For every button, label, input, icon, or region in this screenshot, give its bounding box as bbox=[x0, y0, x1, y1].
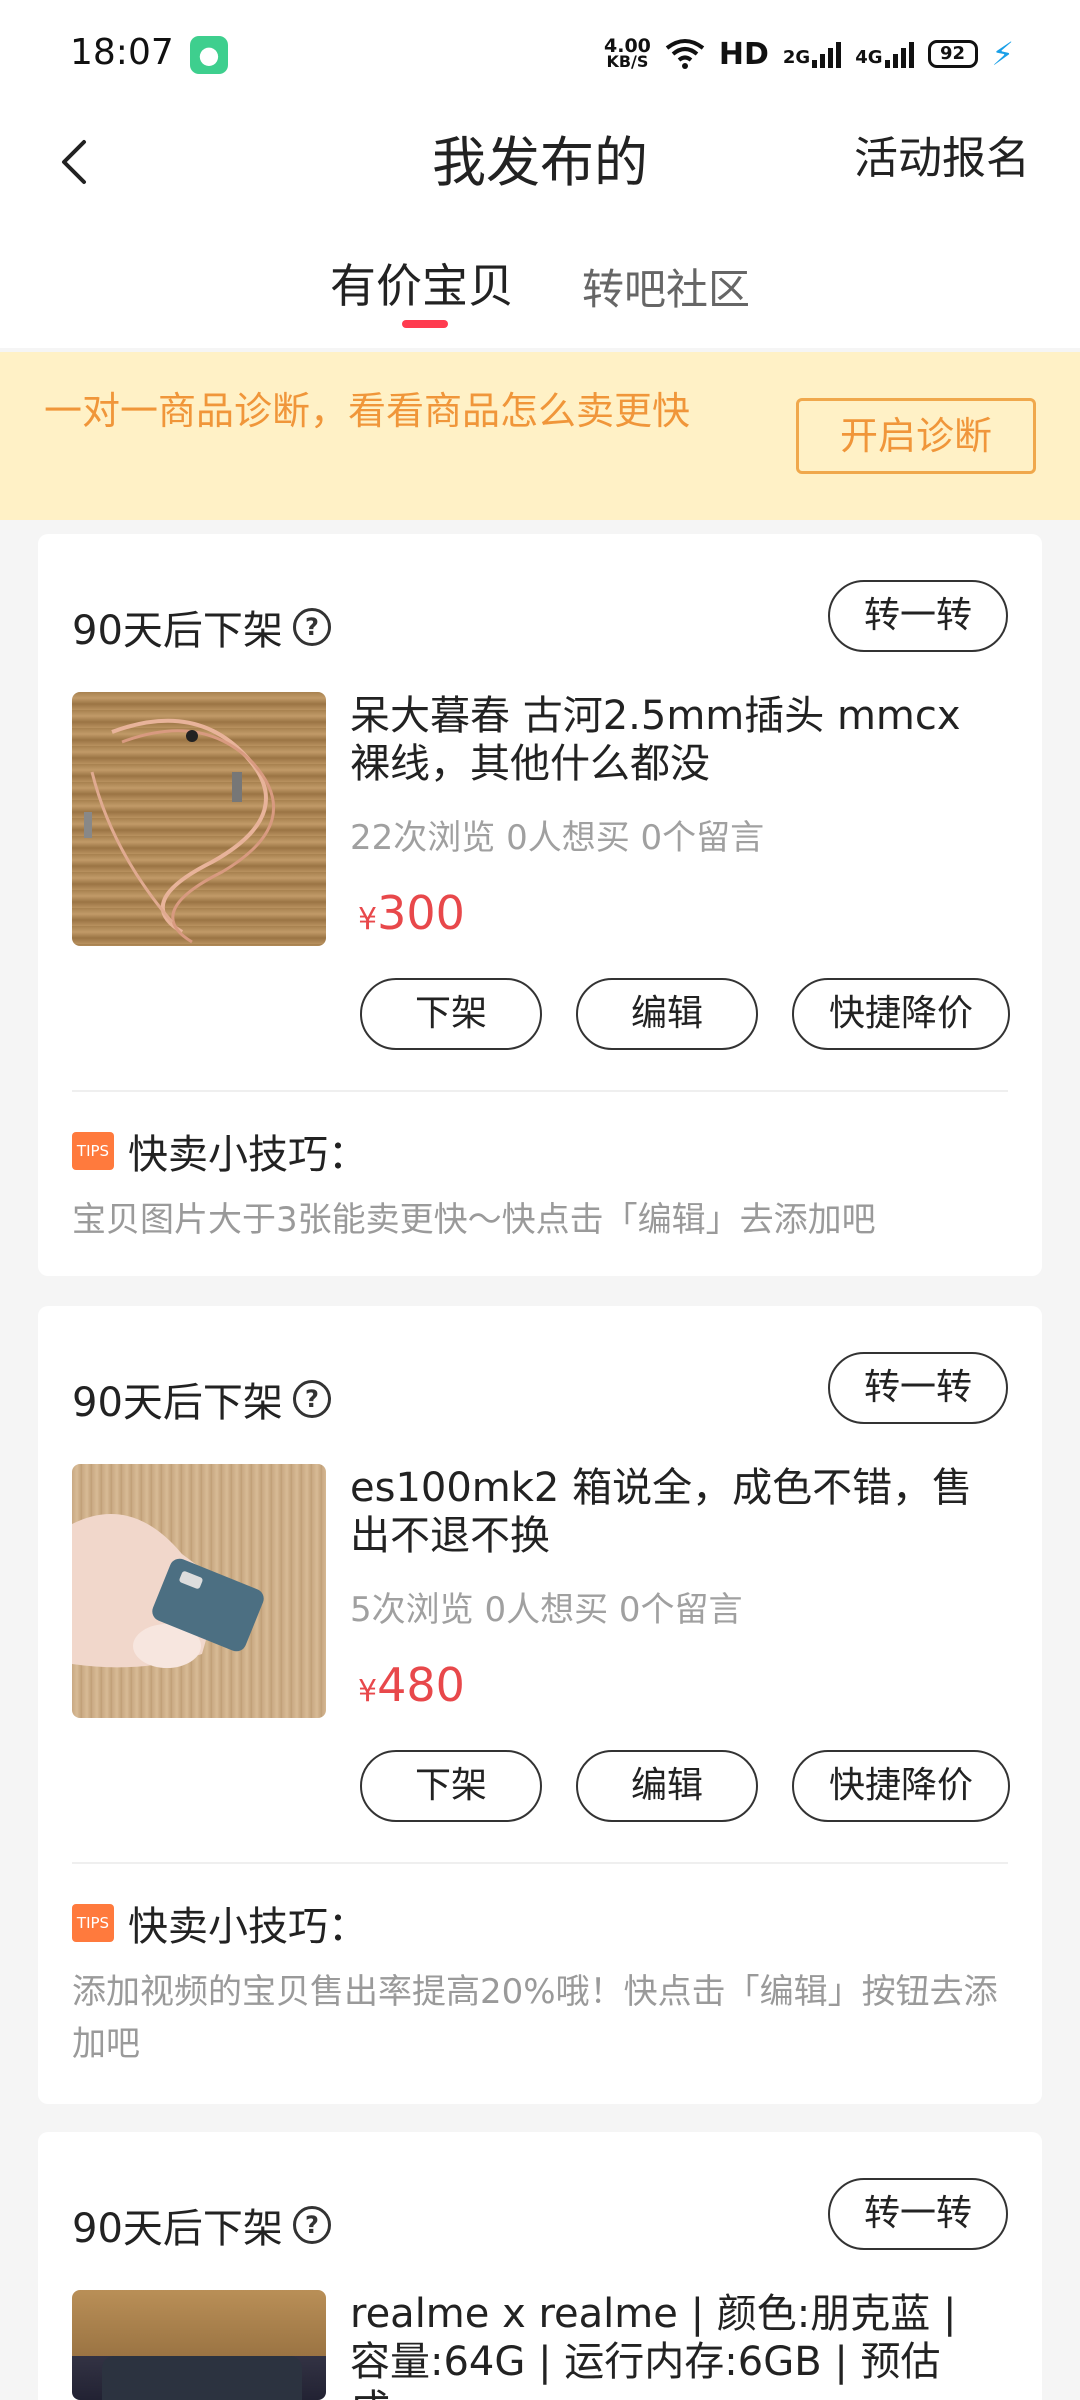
item-card: 90天后下架 ? 转一转 realme x realme | 颜色:朋克蓝 | … bbox=[38, 2132, 1042, 2400]
help-icon[interactable]: ? bbox=[292, 1380, 331, 1418]
item-price: ¥300 bbox=[358, 886, 465, 940]
share-button[interactable]: 转一转 bbox=[828, 1352, 1008, 1424]
tips-text: 宝贝图片大于3张能卖更快～快点击「编辑」去添加吧 bbox=[72, 1200, 876, 1240]
tab-bar: 有价宝贝 转吧社区 bbox=[0, 250, 1080, 340]
item-title[interactable]: 呆大暮春 古河2.5mm插头 mmcx裸线，其他什么都没 bbox=[350, 692, 1000, 788]
item-title[interactable]: realme x realme | 颜色:朋克蓝 | 容量:64G | 运行内存… bbox=[350, 2290, 1000, 2400]
banner-text: 一对一商品诊断，看看商品怎么卖更快 bbox=[44, 389, 691, 433]
item-stats: 5次浏览 0人想买 0个留言 bbox=[350, 1590, 743, 1630]
divider bbox=[72, 1090, 1008, 1092]
item-stats: 22次浏览 0人想买 0个留言 bbox=[350, 818, 765, 858]
header: 我发布的 活动报名 有价宝贝 转吧社区 bbox=[0, 108, 1080, 348]
charging-icon: ⚡ bbox=[991, 35, 1014, 73]
phone-image-icon bbox=[102, 2356, 302, 2400]
signal-2g-icon: 2G bbox=[783, 40, 842, 68]
item-price: ¥480 bbox=[358, 1658, 465, 1712]
status-time: 18:07 bbox=[70, 32, 174, 73]
delist-button[interactable]: 下架 bbox=[360, 1750, 542, 1822]
diagnosis-banner: 一对一商品诊断，看看商品怎么卖更快 开启诊断 bbox=[0, 352, 1080, 520]
item-thumbnail[interactable] bbox=[72, 1464, 326, 1718]
item-thumbnail[interactable] bbox=[72, 2290, 326, 2400]
battery-icon: 92 bbox=[927, 40, 978, 68]
app-notification-icon: ● bbox=[190, 36, 228, 74]
tab-priced-items[interactable]: 有价宝贝 bbox=[330, 250, 514, 316]
edit-button[interactable]: 编辑 bbox=[576, 978, 758, 1050]
edit-button[interactable]: 编辑 bbox=[576, 1750, 758, 1822]
item-title[interactable]: es100mk2 箱说全，成色不错，售出不退不换 bbox=[350, 1464, 1000, 1560]
tips-icon: TIPS bbox=[72, 1132, 114, 1170]
cable-image-icon bbox=[84, 718, 276, 944]
tips-text: 添加视频的宝贝售出率提高20%哦！快点击「编辑」按钮去添加吧 bbox=[72, 1972, 998, 2064]
delist-notice: 90天后下架 ? bbox=[72, 1370, 331, 1428]
item-thumbnail[interactable] bbox=[72, 692, 326, 946]
divider bbox=[72, 1862, 1008, 1864]
signal-4g-icon: 4G bbox=[855, 40, 914, 68]
tab-active-indicator bbox=[402, 320, 448, 328]
share-button[interactable]: 转一转 bbox=[828, 580, 1008, 652]
quick-price-cut-button[interactable]: 快捷降价 bbox=[792, 978, 1010, 1050]
tips-icon: TIPS bbox=[72, 1904, 114, 1942]
delist-notice: 90天后下架 ? bbox=[72, 598, 331, 656]
delist-button[interactable]: 下架 bbox=[360, 978, 542, 1050]
network-speed: 4.00 KB/S bbox=[604, 35, 651, 71]
item-card: 90天后下架 ? 转一转 呆大暮春 古河2.5mm插头 mmcx裸线，其他什么都… bbox=[38, 534, 1042, 1276]
start-diagnosis-button[interactable]: 开启诊断 bbox=[796, 398, 1036, 474]
help-icon[interactable]: ? bbox=[292, 2206, 331, 2244]
tab-community[interactable]: 转吧社区 bbox=[582, 256, 750, 317]
tips-title: 快卖小技巧： bbox=[128, 1132, 368, 1178]
wifi-icon bbox=[665, 39, 705, 69]
item-card: 90天后下架 ? 转一转 es100mk2 箱说全，成色不错，售出不退不换 5次… bbox=[38, 1306, 1042, 2104]
status-bar: 18:07 ● 4.00 KB/S HD 2G 4G 92 ⚡ bbox=[0, 0, 1080, 108]
event-signup-button[interactable]: 活动报名 bbox=[854, 122, 1030, 186]
share-button[interactable]: 转一转 bbox=[828, 2178, 1008, 2250]
device-in-hand-image-icon bbox=[72, 1514, 264, 1668]
help-icon[interactable]: ? bbox=[292, 608, 331, 646]
hd-indicator: HD bbox=[718, 36, 769, 72]
tips-title: 快卖小技巧： bbox=[128, 1904, 368, 1950]
quick-price-cut-button[interactable]: 快捷降价 bbox=[792, 1750, 1010, 1822]
delist-notice: 90天后下架 ? bbox=[72, 2196, 331, 2254]
